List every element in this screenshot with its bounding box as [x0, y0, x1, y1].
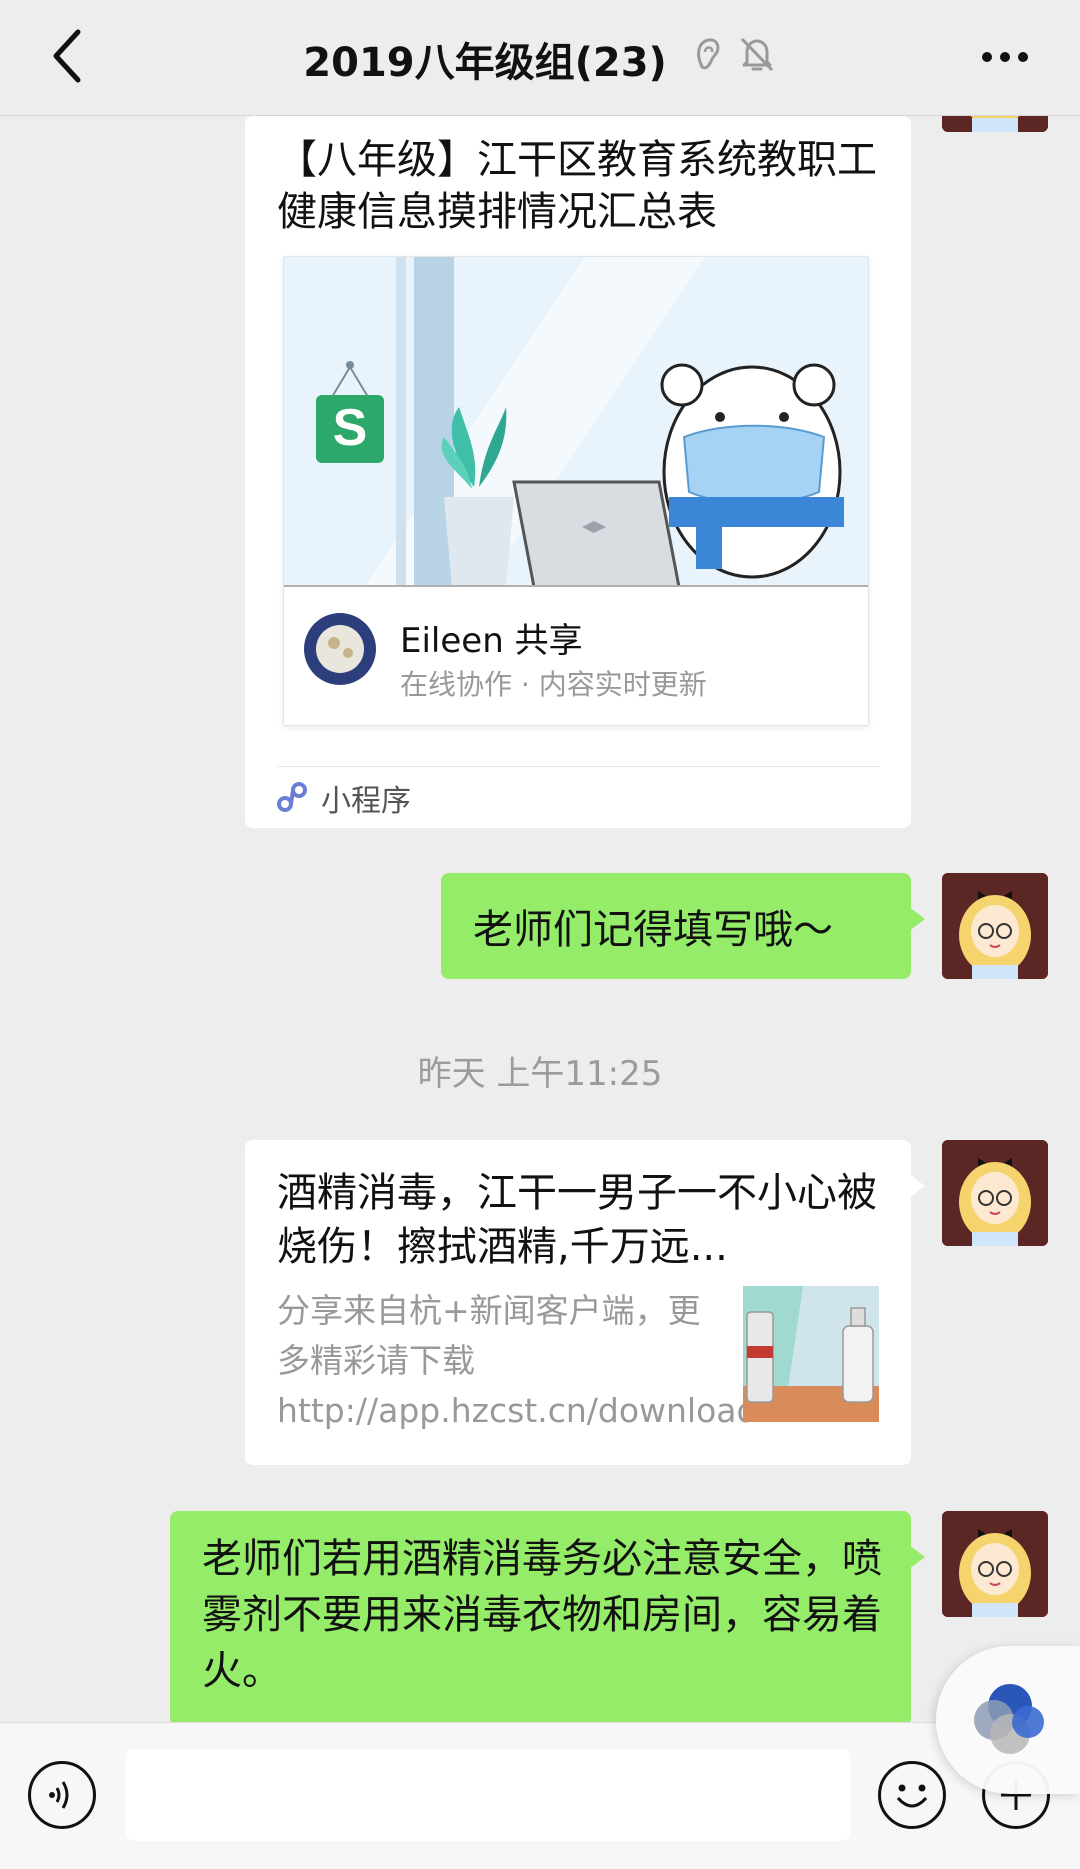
message-text: 老师们若用酒精消毒务必注意安全，喷雾剂不要用来消毒衣物和房间，容易着火。: [202, 1536, 882, 1694]
sharer-subtitle: 在线协作 · 内容实时更新: [400, 668, 707, 701]
mute-bell-icon: [740, 37, 773, 72]
chat-title: 2019八年级组(23): [303, 40, 667, 86]
mini-program-card[interactable]: 【八年级】江干区教育系统教职工健康信息摸排情况汇总表 S Eileen 共享 在…: [245, 116, 911, 828]
avatar[interactable]: [942, 873, 1048, 979]
more-dots-icon[interactable]: [980, 50, 1030, 64]
message-timestamp: 昨天 上午11:25: [417, 1054, 663, 1094]
svg-text:S: S: [333, 399, 368, 457]
mini-program-icon: [277, 782, 307, 812]
preview-illustration: S: [284, 257, 868, 589]
link-title: 酒精消毒，江干一男子一不小心被烧伤！擦拭酒精,千万远...: [277, 1170, 877, 1270]
sharer-avatar: [304, 613, 376, 685]
avatar[interactable]: [942, 1140, 1048, 1246]
floating-window-icon: [974, 1684, 1044, 1754]
chat-status-icons: [693, 34, 777, 84]
ear-icon: [696, 38, 720, 70]
link-card[interactable]: 酒精消毒，江干一男子一不小心被烧伤！擦拭酒精,千万远... 分享来自杭+新闻客户…: [245, 1140, 925, 1465]
mini-program-title: 【八年级】江干区教育系统教职工健康信息摸排情况汇总表: [277, 137, 877, 235]
link-description: 分享来自杭+新闻客户端，更多精彩请下载 http://app.hzcst.cn/…: [277, 1291, 789, 1430]
chat-title-area: 2019八年级组(23): [0, 30, 1080, 88]
link-thumbnail: [743, 1286, 879, 1422]
message-bubble[interactable]: 老师们若用酒精消毒务必注意安全，喷雾剂不要用来消毒衣物和房间，容易着火。: [170, 1511, 925, 1726]
voice-icon[interactable]: [28, 1761, 96, 1829]
mini-program-label: 小程序: [321, 784, 411, 819]
mini-program-preview[interactable]: S Eileen 共享 在线协作 · 内容实时更新: [283, 256, 869, 726]
avatar[interactable]: [942, 1511, 1048, 1617]
message-input[interactable]: [126, 1749, 850, 1841]
input-bar: [0, 1722, 1080, 1869]
sharer-name: Eileen 共享: [400, 621, 583, 661]
chat-header: 2019八年级组(23): [0, 0, 1080, 116]
message-text: 老师们记得填写哦～: [473, 907, 833, 953]
message-bubble[interactable]: 老师们记得填写哦～: [441, 873, 925, 979]
divider: [277, 766, 879, 767]
floating-window-button[interactable]: [936, 1646, 1080, 1794]
